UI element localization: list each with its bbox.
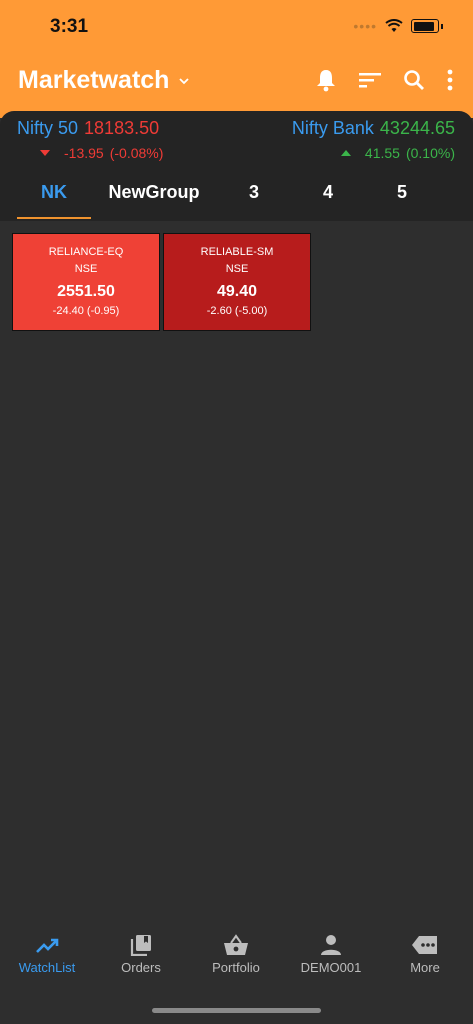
index-value: 43244.65 [379, 118, 455, 138]
bottom-nav: WatchList Orders Portfolio DEMO001 More [0, 928, 473, 988]
nav-watchlist[interactable]: WatchList [0, 928, 94, 975]
index-ticker: Nifty 50 18183.50 -13.95 (-0.08%) Nifty B… [0, 111, 473, 221]
nav-label: DEMO001 [300, 960, 362, 975]
index-name: Nifty 50 [17, 118, 79, 138]
battery-icon [411, 19, 439, 33]
change-percent: (0.10%) [405, 145, 455, 161]
card-ltp: 2551.50 [57, 283, 115, 300]
nav-portfolio[interactable]: Portfolio [189, 928, 283, 975]
tab-4[interactable]: 4 [308, 182, 348, 203]
nav-label: Orders [121, 960, 161, 975]
change-percent: (-0.08%) [109, 145, 164, 161]
card-symbol: RELIABLE-SM [200, 246, 274, 258]
tab-newgroup[interactable]: NewGroup [104, 182, 204, 203]
nav-account[interactable]: DEMO001 [284, 928, 378, 975]
group-tabs: NK NewGroup 3 4 5 [0, 180, 473, 220]
index-value: 18183.50 [84, 118, 160, 138]
nav-orders[interactable]: Orders [94, 928, 188, 975]
tab-5[interactable]: 5 [382, 182, 422, 203]
card-symbol: RELIANCE-EQ [48, 246, 124, 258]
watchlist-card[interactable]: RELIABLE-SM NSE 49.40 -2.60 (-5.00) [163, 233, 311, 331]
card-ltp: 49.40 [216, 283, 258, 300]
active-tab-indicator [17, 217, 91, 219]
home-indicator [152, 1008, 321, 1013]
sort-icon[interactable] [359, 71, 381, 89]
basket-icon [224, 934, 248, 955]
signal-icon: •••• [353, 18, 377, 34]
index-change-right: 41.55 (0.10%) [340, 145, 455, 161]
index-name: Nifty Bank [291, 118, 374, 138]
tab-nk[interactable]: NK [17, 182, 91, 203]
header-actions [315, 68, 453, 92]
tab-3[interactable]: 3 [234, 182, 274, 203]
watchlist-card[interactable]: RELIANCE-EQ NSE 2551.50 -24.40 (-0.95) [12, 233, 160, 331]
trending-up-icon [36, 938, 59, 953]
card-exchange: NSE [225, 263, 249, 275]
title-dropdown[interactable]: Marketwatch [18, 66, 190, 95]
nav-label: More [410, 960, 440, 975]
index-change-left: -13.95 (-0.08%) [40, 145, 163, 161]
search-icon[interactable] [403, 69, 425, 91]
more-icon [412, 936, 437, 954]
orders-icon [130, 935, 151, 956]
index-nifty50[interactable]: Nifty 50 18183.50 [17, 118, 159, 139]
person-icon [321, 935, 341, 955]
wifi-icon [385, 19, 403, 32]
status-time: 3:31 [50, 16, 89, 37]
card-change: -2.60 (-5.00) [206, 305, 268, 317]
more-vert-icon[interactable] [447, 69, 453, 91]
page-title: Marketwatch [18, 66, 170, 94]
change-value: 41.55 [364, 145, 400, 161]
nav-label: WatchList [18, 960, 76, 975]
app-header: 3:31 •••• Marketwatch [0, 0, 473, 118]
change-value: -13.95 [64, 145, 104, 161]
card-exchange: NSE [74, 263, 98, 275]
up-arrow-icon [340, 150, 351, 156]
card-change: -24.40 (-0.95) [52, 305, 120, 317]
index-niftybank[interactable]: Nifty Bank 43244.65 [292, 118, 455, 139]
nav-label: Portfolio [212, 960, 260, 975]
bell-icon[interactable] [315, 68, 337, 92]
down-arrow-icon [40, 150, 50, 156]
nav-more[interactable]: More [378, 928, 472, 975]
status-icons: •••• [353, 18, 443, 34]
chevron-down-icon [179, 77, 190, 84]
